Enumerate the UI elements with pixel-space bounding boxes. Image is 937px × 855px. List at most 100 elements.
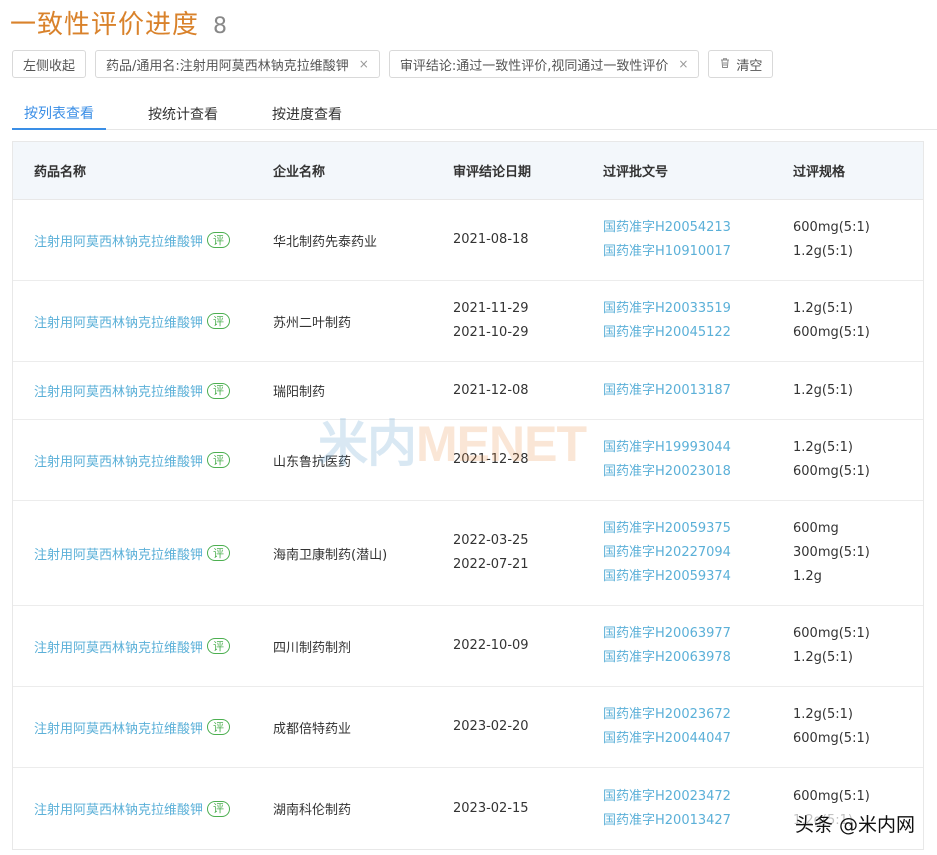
table-row: 注射用阿莫西林钠克拉维酸钾评 瑞阳制药 2021-12-08 国药准字H2001318…: [13, 362, 923, 420]
specification: 600mg(5:1): [793, 731, 870, 746]
filter-chip-conclusion[interactable]: 审评结论:通过一致性评价,视同通过一致性评价 ×: [388, 50, 700, 78]
column-header-date[interactable]: 审评结论日期: [453, 161, 603, 180]
table-row: 注射用阿莫西林钠克拉维酸钾评海南卫康制药(潜山) 2022-03-25 2022-0…: [13, 501, 923, 606]
specifications: 1.2g(5:1) 600mg(5:1): [793, 300, 923, 342]
approval-numbers: 国药准字H20023472 国药准字H20013427: [603, 788, 793, 830]
specification: 1.2g: [793, 569, 822, 584]
filter-chip-label: 审评结论:通过一致性评价,视同通过一致性评价: [399, 58, 669, 74]
close-icon[interactable]: ×: [359, 57, 369, 71]
approval-number-link[interactable]: 国药准字H20033519: [603, 300, 793, 318]
close-icon[interactable]: ×: [678, 57, 688, 71]
tab-stats-view[interactable]: 按统计查看: [136, 98, 230, 130]
drug-name-link[interactable]: 注射用阿莫西林钠克拉维酸钾: [34, 718, 203, 737]
filter-chip-drug[interactable]: 药品/通用名:注射用阿莫西林钠克拉维酸钾 ×: [95, 50, 380, 78]
specifications: 1.2g(5:1): [793, 382, 923, 400]
approval-number-link[interactable]: 国药准字H20059374: [603, 568, 793, 586]
approval-numbers: 国药准字H20063977 国药准字H20063978: [603, 625, 793, 667]
specification: 1.2g(5:1): [793, 707, 853, 722]
specification: 600mg(5:1): [793, 325, 870, 340]
approval-number-link[interactable]: 国药准字H20023472: [603, 788, 793, 806]
approval-number-link[interactable]: 国药准字H19993044: [603, 439, 793, 457]
conclusion-date: 2022-07-21: [453, 557, 529, 572]
drug-cell: 注射用阿莫西林钠克拉维酸钾评: [13, 231, 273, 250]
column-header-approval[interactable]: 过评批文号: [603, 161, 793, 180]
approval-number-link[interactable]: 国药准字H20063977: [603, 625, 793, 643]
conclusion-date: 2022-03-25: [453, 533, 529, 548]
clear-filters-label: 清空: [736, 58, 763, 74]
conclusion-date: 2022-10-09: [453, 638, 529, 653]
filter-bar: 左侧收起 药品/通用名:注射用阿莫西林钠克拉维酸钾 × 审评结论:通过一致性评价…: [12, 50, 774, 78]
drug-name-link[interactable]: 注射用阿莫西林钠克拉维酸钾: [34, 637, 203, 656]
tab-list-view[interactable]: 按列表查看: [12, 98, 106, 130]
column-header-company[interactable]: 企业名称: [273, 161, 453, 180]
drug-cell: 注射用阿莫西林钠克拉维酸钾评: [13, 799, 273, 818]
conclusion-dates: 2023-02-15: [453, 800, 603, 818]
conclusion-date: 2021-11-29: [453, 301, 529, 316]
approval-number-link[interactable]: 国药准字H10910017: [603, 243, 793, 261]
specifications: 1.2g(5:1) 600mg(5:1): [793, 439, 923, 481]
approval-numbers: 国药准字H20059375 国药准字H20227094 国药准字H20059374: [603, 520, 793, 586]
view-tabs: 按列表查看 按统计查看 按进度查看: [12, 98, 937, 130]
drug-cell: 注射用阿莫西林钠克拉维酸钾评: [13, 451, 273, 470]
table-row: 注射用阿莫西林钠克拉维酸钾评苏州二叶制药 2021-11-29 2021-10-29…: [13, 281, 923, 362]
company-name: 成都倍特药业: [273, 721, 352, 737]
conclusion-dates: 2021-12-08: [453, 382, 603, 400]
specification: 600mg: [793, 521, 839, 536]
evaluated-badge: 评: [207, 545, 231, 561]
specifications: 1.2g(5:1) 600mg(5:1): [793, 706, 923, 748]
drug-name-link[interactable]: 注射用阿莫西林钠克拉维酸钾: [34, 799, 203, 818]
approval-number-link[interactable]: 国药准字H20044047: [603, 730, 793, 748]
collapse-sidebar-button[interactable]: 左侧收起: [12, 50, 87, 78]
column-header-spec[interactable]: 过评规格: [793, 161, 923, 180]
approval-number-link[interactable]: 国药准字H20059375: [603, 520, 793, 538]
specification: 1.2g(5:1): [793, 650, 853, 665]
approval-number-link[interactable]: 国药准字H20063978: [603, 649, 793, 667]
conclusion-date: 2021-08-18: [453, 232, 529, 247]
company-name: 华北制药先泰药业: [273, 234, 378, 250]
specification: 1.2g(5:1): [793, 301, 853, 316]
conclusion-date: 2021-12-08: [453, 382, 529, 398]
specification: 300mg(5:1): [793, 545, 870, 560]
table-row: 注射用阿莫西林钠克拉维酸钾评华北制药先泰药业 2021-08-18 国药准字H200…: [13, 200, 923, 281]
drug-name-link[interactable]: 注射用阿莫西林钠克拉维酸钾: [34, 451, 203, 470]
page-header: 一致性评价进度 8: [10, 4, 227, 40]
conclusion-date: 2021-12-28: [453, 452, 529, 467]
drug-name-link[interactable]: 注射用阿莫西林钠克拉维酸钾: [34, 312, 203, 331]
source-credit: 头条 @米内网: [790, 810, 919, 837]
specifications: 600mg 300mg(5:1) 1.2g: [793, 520, 923, 586]
drug-cell: 注射用阿莫西林钠克拉维酸钾评: [13, 637, 273, 656]
conclusion-date: 2023-02-15: [453, 800, 529, 816]
column-header-drug[interactable]: 药品名称: [13, 161, 273, 180]
company-name: 瑞阳制药: [273, 385, 326, 400]
conclusion-dates: 2021-12-28: [453, 451, 603, 469]
approval-number-link[interactable]: 国药准字H20013187: [603, 382, 793, 400]
tab-progress-view[interactable]: 按进度查看: [260, 98, 354, 130]
approval-number-link[interactable]: 国药准字H20013427: [603, 812, 793, 830]
specification: 1.2g(5:1): [793, 244, 853, 259]
approval-number-link[interactable]: 国药准字H20023672: [603, 706, 793, 724]
clear-filters-button[interactable]: 清空: [708, 50, 774, 78]
table-row: 注射用阿莫西林钠克拉维酸钾评山东鲁抗医药 2021-12-28 国药准字H19993…: [13, 420, 923, 501]
result-count: 8: [213, 14, 228, 39]
conclusion-date: 2023-02-20: [453, 719, 529, 734]
approval-number-link[interactable]: 国药准字H20045122: [603, 324, 793, 342]
drug-cell: 注射用阿莫西林钠克拉维酸钾评: [13, 718, 273, 737]
approval-number-link[interactable]: 国药准字H20227094: [603, 544, 793, 562]
specification: 600mg(5:1): [793, 626, 870, 641]
drug-name-link[interactable]: 注射用阿莫西林钠克拉维酸钾: [34, 231, 203, 250]
drug-cell: 注射用阿莫西林钠克拉维酸钾评: [13, 544, 273, 563]
company-name: 苏州二叶制药: [273, 315, 352, 331]
evaluated-badge: 评: [207, 382, 231, 399]
approval-number-link[interactable]: 国药准字H20054213: [603, 219, 793, 237]
trash-icon: [719, 57, 731, 72]
approval-number-link[interactable]: 国药准字H20023018: [603, 463, 793, 481]
specifications: 600mg(5:1) 1.2g(5:1): [793, 625, 923, 667]
drug-name-link[interactable]: 注射用阿莫西林钠克拉维酸钾: [34, 381, 203, 400]
evaluated-badge: 评: [207, 232, 231, 248]
company-name: 海南卫康制药(潜山): [273, 547, 388, 563]
conclusion-dates: 2022-03-25 2022-07-21: [453, 532, 603, 574]
drug-name-link[interactable]: 注射用阿莫西林钠克拉维酸钾: [34, 544, 203, 563]
drug-cell: 注射用阿莫西林钠克拉维酸钾评: [13, 312, 273, 331]
table-row: 注射用阿莫西林钠克拉维酸钾评湖南科伦制药 2023-02-15 国药准字H20023…: [13, 768, 923, 849]
evaluated-badge: 评: [207, 800, 231, 817]
